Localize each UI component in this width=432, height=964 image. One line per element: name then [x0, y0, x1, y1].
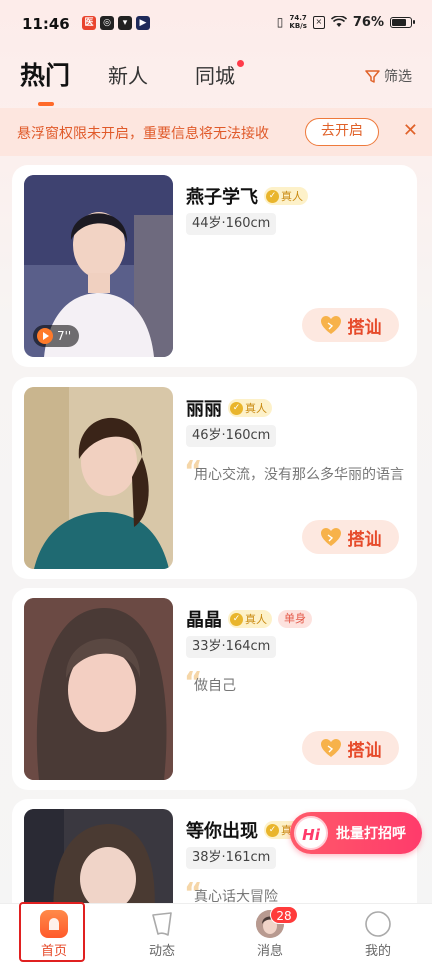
nav-profile-label: 我的 — [364, 944, 391, 959]
batch-greet-button[interactable]: Hi 批量打招呼 — [290, 812, 422, 854]
heart-icon — [320, 316, 341, 334]
close-icon[interactable]: ✕ — [403, 120, 418, 141]
verified-icon: ✓ — [266, 189, 279, 203]
battery-icon — [390, 16, 415, 28]
notice-text: 悬浮窗权限未开启，重要信息将无法接收 — [17, 126, 269, 142]
tab-nearby-dot — [237, 60, 244, 67]
heart-icon — [320, 528, 341, 546]
wifi-icon — [330, 16, 347, 27]
name-row: 晶晶 ✓ 真人 单身 — [186, 606, 312, 632]
user-photo[interactable] — [24, 387, 173, 569]
enable-permission-button[interactable]: 去开启 — [305, 118, 379, 146]
video-badge: 7'' — [33, 325, 80, 347]
tab-hot[interactable]: 热门 — [20, 56, 70, 92]
single-badge: 单身 — [278, 610, 312, 628]
nav-profile[interactable]: 我的 — [338, 906, 418, 959]
sim-off-icon: × — [312, 15, 325, 29]
status-right: ▯ 74.7 KB/s × 76% — [276, 14, 415, 30]
tab-new[interactable]: 新人 — [108, 60, 148, 89]
hi-icon: Hi — [294, 816, 328, 850]
profile-icon — [364, 910, 392, 938]
age-height: 46岁·160cm — [186, 425, 277, 447]
user-bio: 用心交流，没有那么多华丽的语言 — [194, 467, 404, 483]
messages-avatar-icon: 28 — [256, 906, 298, 938]
greet-button[interactable]: 搭讪 — [302, 308, 399, 342]
network-speed-unit: KB/s — [289, 22, 307, 30]
filter-label: 筛选 — [384, 69, 412, 85]
network-speed-value: 74.7 — [289, 14, 307, 22]
user-name: 等你出现 — [186, 821, 258, 842]
video-duration: 7'' — [57, 329, 72, 343]
verified-label: 真人 — [281, 190, 303, 203]
user-photo[interactable]: 7'' — [24, 175, 173, 357]
status-bar: 11:46 医 ◎ ▾ ▶ ▯ 74.7 KB/s × 76% — [0, 0, 432, 48]
permission-notice: 悬浮窗权限未开启，重要信息将无法接收 去开启 ✕ — [0, 108, 432, 156]
verified-label: 真人 — [245, 613, 267, 626]
status-app-icons: 医 ◎ ▾ ▶ — [82, 16, 150, 30]
batch-greet-label: 批量打招呼 — [336, 826, 406, 842]
name-row: 燕子学飞 ✓ 真人 — [186, 183, 308, 209]
app-notification-icon: ▶ — [136, 16, 150, 30]
user-name: 丽丽 — [186, 399, 222, 420]
active-tab-indicator — [38, 102, 54, 106]
battery-percent: 76% — [352, 14, 384, 30]
greet-button[interactable]: 搭讪 — [302, 731, 399, 765]
name-row: 丽丽 ✓ 真人 — [186, 395, 272, 421]
user-photo[interactable] — [24, 598, 173, 780]
greet-label: 搭讪 — [347, 740, 382, 761]
user-name: 晶晶 — [186, 610, 222, 631]
filter-button[interactable]: 筛选 — [365, 66, 412, 86]
app-notification-icon: ◎ — [100, 16, 114, 30]
verified-badge: ✓真人 — [264, 187, 308, 205]
greet-button[interactable]: 搭讪 — [302, 520, 399, 554]
verified-label: 真人 — [245, 402, 267, 415]
age-height: 38岁·161cm — [186, 847, 277, 869]
nav-messages-label: 消息 — [256, 944, 283, 959]
age-height: 33岁·164cm — [186, 636, 277, 658]
vibrate-icon: ▯ — [276, 15, 284, 29]
age-height: 44岁·160cm — [186, 213, 277, 235]
moments-icon — [148, 910, 176, 938]
user-bio: 做自己 — [194, 678, 236, 694]
filter-icon — [365, 69, 380, 83]
user-card[interactable]: 丽丽 ✓ 真人 46岁·160cm “ 用心交流，没有那么多华丽的语言 搭讪 — [12, 377, 417, 579]
app-notification-icon: 医 — [82, 16, 96, 30]
nav-moments[interactable]: 动态 — [122, 906, 202, 959]
verified-badge: ✓真人 — [228, 610, 272, 628]
nav-messages[interactable]: 28 消息 — [230, 906, 310, 959]
user-card[interactable]: 7'' 燕子学飞 ✓ 真人 44岁·160cm 搭讪 — [12, 165, 417, 367]
user-name: 燕子学飞 — [186, 187, 258, 208]
app-notification-icon: ▾ — [118, 16, 132, 30]
greet-label: 搭讪 — [347, 529, 382, 550]
nav-moments-label: 动态 — [148, 944, 175, 959]
network-speed: 74.7 KB/s — [289, 14, 306, 30]
greet-label: 搭讪 — [347, 317, 382, 338]
home-highlight-box — [19, 902, 85, 962]
play-icon — [37, 328, 53, 344]
verified-icon: ✓ — [266, 823, 279, 837]
status-time: 11:46 — [22, 15, 70, 33]
tab-nearby[interactable]: 同城 — [195, 60, 235, 89]
verified-icon: ✓ — [230, 612, 243, 626]
verified-badge: ✓真人 — [228, 399, 272, 417]
heart-icon — [320, 739, 341, 757]
verified-icon: ✓ — [230, 401, 243, 415]
unread-badge: 28 — [270, 906, 298, 924]
user-card[interactable]: 晶晶 ✓ 真人 单身 33岁·164cm “ 做自己 搭讪 — [12, 588, 417, 790]
